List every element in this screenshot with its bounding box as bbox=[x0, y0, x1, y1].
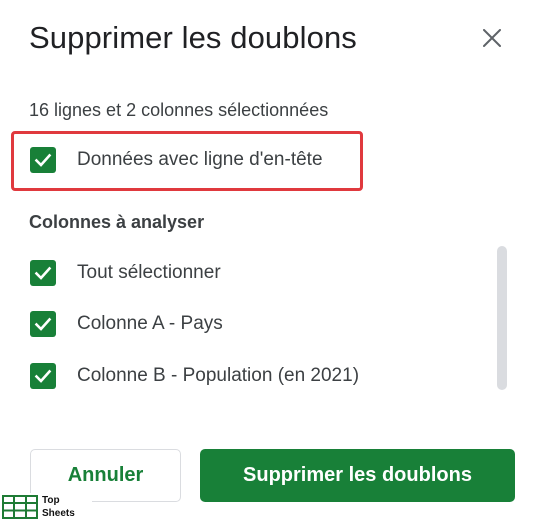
columns-section-label: Colonnes à analyser bbox=[29, 212, 205, 232]
checkbox-checked[interactable] bbox=[30, 147, 56, 173]
header-row-label: Données avec ligne d'en-tête bbox=[77, 149, 323, 170]
close-button[interactable] bbox=[478, 24, 506, 52]
header-row-checkbox[interactable]: Données avec ligne d'en-tête bbox=[30, 146, 323, 174]
remove-duplicates-dialog: Supprimer les doublons 16 lignes et 2 co… bbox=[0, 0, 538, 523]
selection-info: 16 lignes et 2 colonnes sélectionnées bbox=[29, 100, 329, 120]
column-b-checkbox[interactable]: Colonne B - Population (en 2021) bbox=[30, 362, 359, 390]
check-icon bbox=[34, 153, 52, 167]
column-b-label: Colonne B - Population (en 2021) bbox=[77, 365, 360, 386]
watermark-line-1: Top bbox=[42, 495, 60, 506]
checkbox-checked[interactable] bbox=[30, 363, 56, 389]
top-sheets-logo-icon bbox=[2, 495, 38, 519]
check-icon bbox=[34, 369, 52, 383]
select-all-checkbox[interactable]: Tout sélectionner bbox=[30, 259, 221, 287]
dialog-title: Supprimer les doublons bbox=[29, 20, 357, 55]
select-all-label: Tout sélectionner bbox=[77, 262, 221, 283]
column-a-checkbox[interactable]: Colonne A - Pays bbox=[30, 310, 223, 338]
watermark: Top Sheets bbox=[2, 493, 92, 521]
close-icon bbox=[483, 29, 501, 47]
remove-duplicates-button[interactable]: Supprimer les doublons bbox=[200, 449, 515, 502]
checkbox-checked[interactable] bbox=[30, 311, 56, 337]
watermark-text: Top Sheets bbox=[42, 494, 75, 520]
scrollbar[interactable] bbox=[497, 246, 507, 390]
column-a-label: Colonne A - Pays bbox=[77, 313, 223, 334]
check-icon bbox=[34, 317, 52, 331]
watermark-line-2: Sheets bbox=[42, 508, 75, 519]
checkbox-checked[interactable] bbox=[30, 260, 56, 286]
check-icon bbox=[34, 266, 52, 280]
